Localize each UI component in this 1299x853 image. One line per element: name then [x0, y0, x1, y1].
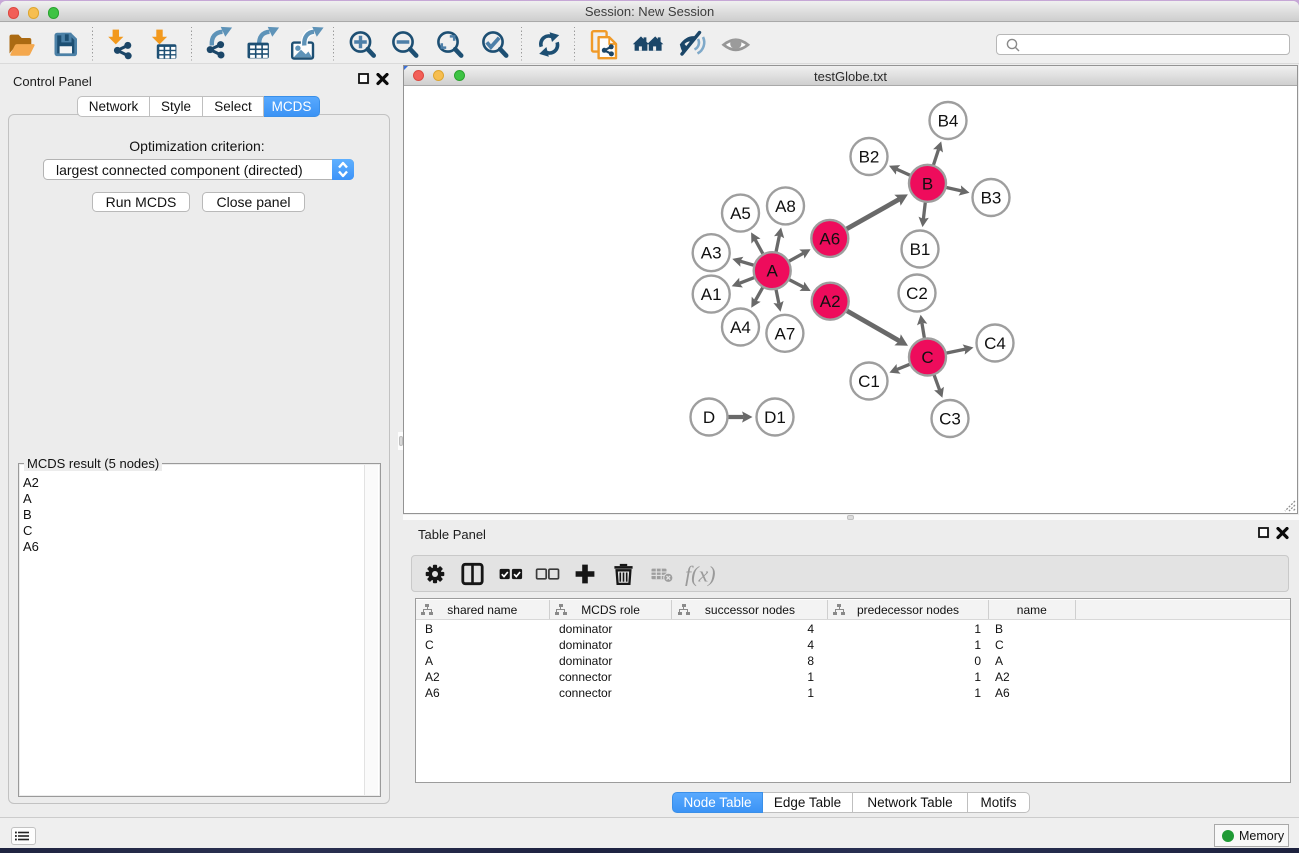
svg-text:A4: A4 [730, 318, 751, 337]
svg-text:B3: B3 [981, 189, 1002, 208]
svg-text:A1: A1 [701, 285, 722, 304]
svg-text:A: A [767, 262, 779, 281]
svg-text:A8: A8 [775, 197, 796, 216]
svg-text:B2: B2 [859, 148, 880, 167]
svg-text:A5: A5 [730, 204, 751, 223]
svg-text:D: D [703, 408, 715, 427]
svg-text:A3: A3 [701, 244, 722, 263]
svg-text:C4: C4 [984, 334, 1006, 353]
svg-text:B4: B4 [938, 112, 959, 131]
svg-text:A7: A7 [775, 324, 796, 343]
svg-text:D1: D1 [764, 408, 786, 427]
svg-text:C2: C2 [906, 284, 928, 303]
svg-text:B1: B1 [910, 240, 931, 259]
svg-text:f(x): f(x) [685, 562, 716, 587]
svg-text:C1: C1 [858, 372, 880, 391]
svg-text:C3: C3 [939, 410, 961, 429]
svg-text:A6: A6 [819, 229, 840, 248]
svg-text:B: B [922, 174, 933, 193]
svg-text:A2: A2 [820, 292, 841, 311]
svg-text:C: C [921, 348, 933, 367]
